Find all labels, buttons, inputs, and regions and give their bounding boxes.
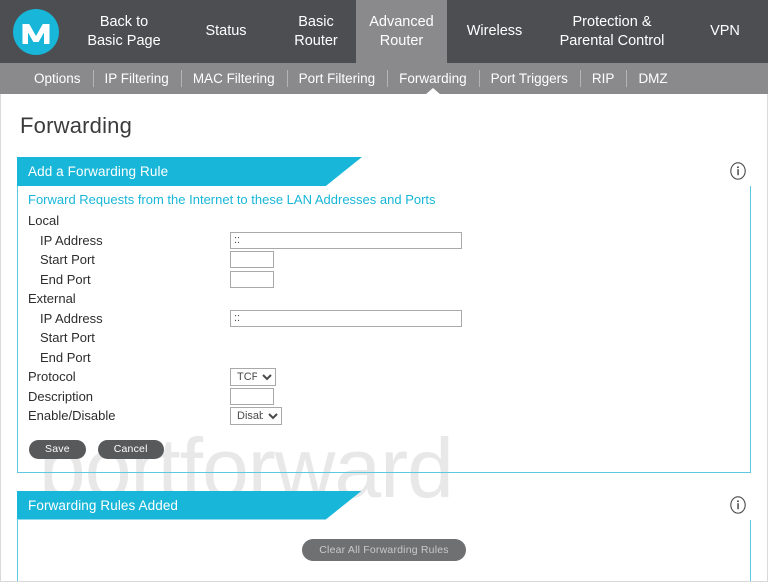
forwarding-rules-added-panel: Forwarding Rules Added Clear All Forward…	[17, 490, 751, 581]
subnav-label: Port Triggers	[490, 71, 568, 86]
info-icon[interactable]	[728, 495, 748, 515]
brand-logo	[0, 0, 72, 63]
panel-body: Forward Requests from the Internet to th…	[17, 186, 751, 473]
page-title: Forwarding	[20, 113, 133, 138]
row-description: Description	[18, 387, 750, 407]
motorola-m-logo-icon	[13, 8, 59, 55]
subnav-item-forwarding[interactable]: Forwarding	[387, 63, 479, 94]
subnav-label: Forwarding	[399, 71, 467, 86]
clear-all-forwarding-rules-button[interactable]: Clear All Forwarding Rules	[302, 539, 466, 561]
form-legend: Forward Requests from the Internet to th…	[28, 192, 436, 207]
protocol-select[interactable]: TCP	[230, 367, 276, 386]
subnav-label: IP Filtering	[104, 71, 169, 86]
panel-header: Add a Forwarding Rule	[17, 157, 751, 186]
row-external-start-port: Start Port	[18, 328, 750, 348]
subnav-item-dmz[interactable]: DMZ	[626, 63, 679, 94]
cancel-button[interactable]: Cancel	[97, 439, 164, 459]
external-ip-address-label: IP Address	[40, 310, 103, 326]
nav-label: VPN	[710, 23, 740, 39]
panel-banner-title: Add a Forwarding Rule	[28, 164, 169, 179]
row-protocol: Protocol TCP	[18, 367, 750, 387]
external-ip-address-input[interactable]	[230, 309, 462, 327]
row-local-start-port: Start Port	[18, 250, 750, 270]
subnav-item-options[interactable]: Options	[22, 63, 93, 94]
nav-label: Advanced Router	[369, 13, 434, 49]
panel-banner-title: Forwarding Rules Added	[28, 497, 179, 513]
primary-navigation: Back to Basic Page Status Basic Router A…	[0, 0, 768, 63]
add-forwarding-rule-panel: Add a Forwarding Rule Forward Requests f…	[17, 157, 751, 473]
form-actions: Save Cancel	[18, 426, 750, 472]
nav-label: Status	[205, 23, 247, 39]
panel-body: Clear All Forwarding Rules	[17, 519, 751, 581]
local-ip-address-label: IP Address	[40, 232, 103, 248]
subnav-label: Options	[34, 71, 81, 86]
local-end-port-label: End Port	[40, 271, 91, 287]
panel-banner: Add a Forwarding Rule	[17, 157, 362, 186]
subnav-item-port-filtering[interactable]: Port Filtering	[286, 63, 388, 94]
external-start-port-label: Start Port	[40, 330, 95, 346]
save-button[interactable]: Save	[29, 439, 86, 459]
row-local-ip-address: IP Address	[18, 231, 750, 251]
external-end-port-label: End Port	[40, 349, 91, 365]
nav-item-wireless[interactable]: Wireless	[447, 0, 542, 63]
row-external-end-port: End Port	[18, 348, 750, 368]
nav-item-vpn[interactable]: VPN	[682, 0, 768, 63]
subnav-label: DMZ	[638, 71, 668, 86]
group-external-label: External	[28, 291, 76, 307]
nav-label: Back to Basic Page	[87, 13, 161, 49]
local-start-port-input[interactable]	[230, 251, 274, 269]
subnav-item-ip-filtering[interactable]: IP Filtering	[92, 63, 181, 94]
group-local-label: Local	[28, 213, 60, 229]
enable-disable-label: Enable/Disable	[28, 408, 116, 424]
description-label: Description	[28, 388, 94, 404]
group-local: Local	[18, 211, 750, 231]
nav-label: Wireless	[466, 23, 523, 39]
subnav-item-port-triggers[interactable]: Port Triggers	[478, 63, 580, 94]
nav-item-protection-parental-control[interactable]: Protection & Parental Control	[542, 0, 682, 63]
protocol-label: Protocol	[28, 369, 76, 385]
router-admin-page: Back to Basic Page Status Basic Router A…	[0, 0, 768, 582]
nav-item-basic-router[interactable]: Basic Router	[276, 0, 356, 63]
local-start-port-label: Start Port	[40, 252, 95, 268]
nav-item-back-basic-page[interactable]: Back to Basic Page	[72, 0, 176, 63]
nav-label: Basic Router	[294, 13, 338, 49]
panel-banner: Forwarding Rules Added	[17, 490, 362, 520]
enable-disable-select[interactable]: Disable	[230, 406, 282, 425]
subnav-item-rip[interactable]: RIP	[579, 63, 627, 94]
nav-label: Protection & Parental Control	[559, 13, 665, 49]
forwarding-rule-form: Local IP Address Start Port	[18, 211, 750, 426]
group-external: External	[18, 289, 750, 309]
row-enable-disable: Enable/Disable Disable	[18, 406, 750, 426]
row-external-ip-address: IP Address	[18, 309, 750, 329]
subnav-label: MAC Filtering	[192, 71, 275, 86]
subnav-label: RIP	[591, 71, 615, 86]
info-icon[interactable]	[728, 161, 748, 181]
nav-item-status[interactable]: Status	[176, 0, 276, 63]
page-content: portforward Forwarding Add a Forwarding …	[0, 94, 768, 582]
subnav-label: Port Filtering	[298, 71, 376, 86]
secondary-navigation: Options IP Filtering MAC Filtering Port …	[0, 63, 768, 94]
local-end-port-input[interactable]	[230, 270, 274, 288]
description-input[interactable]	[230, 387, 274, 405]
local-ip-address-input[interactable]	[230, 231, 462, 249]
panel-header: Forwarding Rules Added	[17, 490, 751, 520]
nav-item-advanced-router[interactable]: Advanced Router	[356, 0, 447, 63]
subnav-item-mac-filtering[interactable]: MAC Filtering	[180, 63, 287, 94]
row-local-end-port: End Port	[18, 270, 750, 290]
